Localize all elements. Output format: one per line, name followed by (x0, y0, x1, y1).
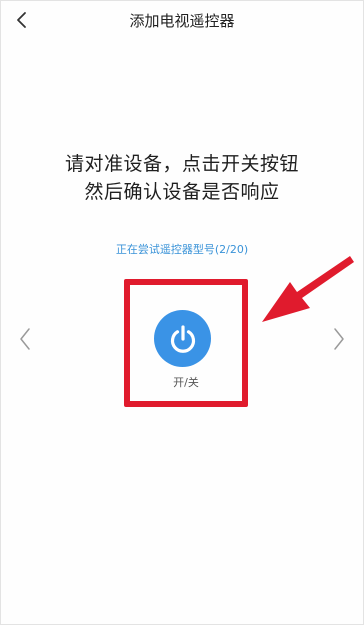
chevron-left-icon (20, 328, 30, 350)
instruction-line-2: 然后确认设备是否响应 (84, 181, 280, 203)
top-bar: 添加电视遥控器 (0, 0, 364, 40)
page-title: 添加电视遥控器 (129, 12, 235, 30)
power-icon (170, 324, 195, 353)
power-button[interactable] (154, 310, 211, 367)
pointer-arrow-icon (262, 256, 354, 322)
previous-model-button[interactable] (13, 325, 37, 353)
instruction-line-1: 请对准设备，点击开关按钮 (64, 153, 299, 175)
power-button-label: 开/关 (173, 376, 199, 389)
instruction-text: 请对准设备，点击开关按钮 然后确认设备是否响应 (0, 150, 364, 206)
